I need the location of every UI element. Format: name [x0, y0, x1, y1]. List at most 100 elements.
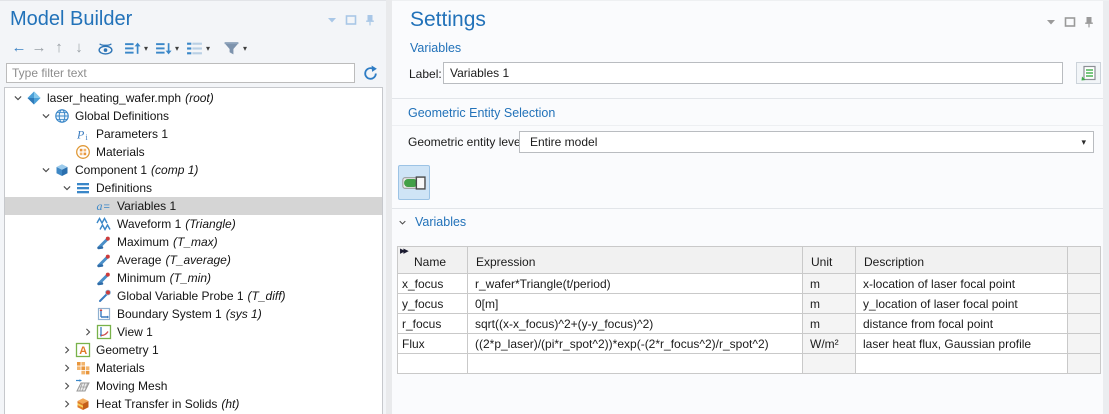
chevron-right-icon[interactable]	[80, 324, 96, 340]
tree-label: Materials	[96, 145, 145, 159]
chevron-right-icon[interactable]	[59, 396, 75, 412]
geometric-entity-selection-header: Geometric Entity Selection	[408, 106, 555, 120]
cell-name[interactable]: x_focus	[398, 274, 468, 294]
tree-tag: (Triangle)	[185, 217, 235, 231]
funnel-icon	[223, 40, 240, 57]
tree-item-component-1[interactable]: Component 1 (comp 1)	[5, 161, 382, 179]
cell-description[interactable]: y_location of laser focal point	[856, 294, 1068, 314]
column-header-name[interactable]: ▶▶ Name	[398, 247, 468, 274]
variables-section-header[interactable]: Variables	[398, 215, 466, 229]
node-text-caret[interactable]: ▾	[205, 44, 211, 53]
eye-icon	[97, 40, 114, 57]
expand-caret[interactable]: ▾	[143, 44, 149, 53]
chevron-right-icon[interactable]	[59, 342, 75, 358]
tree-item-materials-global[interactable]: Materials	[5, 143, 382, 161]
tree-item-materials-component[interactable]: Materials	[5, 359, 382, 377]
materials-icon	[75, 144, 91, 160]
cell-name[interactable]: y_focus	[398, 294, 468, 314]
tree-item-root[interactable]: laser_heating_wafer.mph (root)	[5, 89, 382, 107]
model-builder-title: Model Builder	[10, 8, 132, 31]
cell-expression[interactable]: ((2*p_laser)/(pi*r_spot^2))*exp(-(2*r_fo…	[468, 334, 803, 354]
panel-menu-arrow-icon[interactable]	[1045, 16, 1057, 28]
tree-item-waveform-1[interactable]: Waveform 1 (Triangle)	[5, 215, 382, 233]
float-window-icon[interactable]	[1064, 16, 1076, 28]
panel-menu-arrow-icon[interactable]	[326, 14, 338, 26]
tree-item-definitions[interactable]: Definitions	[5, 179, 382, 197]
chevron-down-icon[interactable]	[398, 215, 412, 229]
tree-label: Geometry 1	[96, 343, 159, 357]
tree-item-geometry-1[interactable]: Geometry 1	[5, 341, 382, 359]
tree-label: Boundary System 1	[117, 307, 222, 321]
filter-input[interactable]	[6, 63, 355, 83]
cell-name[interactable]: Flux	[398, 334, 468, 354]
tree-item-moving-mesh[interactable]: Moving Mesh	[5, 377, 382, 395]
filter-button[interactable]	[221, 38, 242, 58]
chevron-right-icon[interactable]	[59, 378, 75, 394]
chevron-down-icon: ▾	[1081, 137, 1093, 148]
label-edit-button[interactable]	[1076, 62, 1101, 84]
column-header-expression[interactable]: Expression	[468, 247, 803, 274]
filter-caret[interactable]: ▾	[242, 44, 248, 53]
cell-expression[interactable]: 0[m]	[468, 294, 803, 314]
geometric-entity-level-select[interactable]: Entire model ▾	[519, 131, 1094, 153]
cell-description[interactable]: distance from focal point	[856, 314, 1068, 334]
column-header-unit[interactable]: Unit	[803, 247, 856, 274]
tree-item-view-1[interactable]: View 1	[5, 323, 382, 341]
variables-icon	[96, 198, 112, 214]
geometric-entity-level-label: Geometric entity level:	[408, 135, 527, 149]
cell-name[interactable]	[398, 354, 468, 374]
show-button[interactable]	[95, 38, 116, 58]
move-up-button[interactable]: ↑	[49, 38, 69, 58]
float-window-icon[interactable]	[345, 14, 357, 26]
tree-item-global-variable-probe-1[interactable]: Global Variable Probe 1 (T_diff)	[5, 287, 382, 305]
cell-description[interactable]	[856, 354, 1068, 374]
model-root-icon	[26, 90, 42, 106]
global-probe-icon	[96, 288, 112, 304]
forward-arrow-button[interactable]: →	[29, 38, 49, 58]
chevron-spacer	[59, 126, 75, 142]
parameters-icon	[75, 126, 91, 142]
tree-item-variables-1[interactable]: Variables 1	[5, 197, 382, 215]
chevron-down-icon[interactable]	[10, 90, 26, 106]
chevron-down-icon[interactable]	[38, 162, 54, 178]
pin-icon[interactable]	[1083, 16, 1095, 28]
section-rule	[392, 125, 1103, 126]
tree-item-average[interactable]: Average (T_average)	[5, 251, 382, 269]
goto-row-icon[interactable]: ▶▶	[400, 247, 407, 255]
label-input[interactable]	[443, 62, 1063, 84]
tree-tag: (T_max)	[173, 235, 218, 249]
tree-label: Minimum	[117, 271, 166, 285]
back-arrow-button[interactable]: ←	[9, 38, 29, 58]
refresh-button[interactable]	[358, 62, 382, 84]
global-definitions-icon	[54, 108, 70, 124]
cell-description[interactable]: laser heat flux, Gaussian profile	[856, 334, 1068, 354]
move-down-button[interactable]: ↓	[69, 38, 89, 58]
tree-item-parameters-1[interactable]: Parameters 1	[5, 125, 382, 143]
cell-description[interactable]: x-location of laser focal point	[856, 274, 1068, 294]
tree-item-maximum[interactable]: Maximum (T_max)	[5, 233, 382, 251]
chevron-down-icon[interactable]	[59, 180, 75, 196]
column-header-description[interactable]: Description	[856, 247, 1068, 274]
cell-expression[interactable]	[468, 354, 803, 374]
table-header-row: ▶▶ Name Expression Unit Description	[398, 247, 1101, 274]
chevron-right-icon[interactable]	[59, 360, 75, 376]
tree-item-global-definitions[interactable]: Global Definitions	[5, 107, 382, 125]
expand-button[interactable]	[122, 38, 143, 58]
collapse-caret[interactable]: ▾	[174, 44, 180, 53]
tree-item-minimum[interactable]: Minimum (T_min)	[5, 269, 382, 287]
cell-name[interactable]: r_focus	[398, 314, 468, 334]
chevron-down-icon[interactable]	[38, 108, 54, 124]
cell-expression[interactable]: r_wafer*Triangle(t/period)	[468, 274, 803, 294]
toggle-on-icon	[402, 176, 426, 190]
settings-subtitle: Variables	[410, 41, 461, 55]
node-text-button[interactable]	[184, 38, 205, 58]
tree-item-boundary-system-1[interactable]: Boundary System 1 (sys 1)	[5, 305, 382, 323]
pin-icon[interactable]	[364, 14, 376, 26]
cell-expression[interactable]: sqrt((x-x_focus)^2+(y-y_focus)^2)	[468, 314, 803, 334]
definitions-icon	[75, 180, 91, 196]
tree-item-heat-transfer-in-solids[interactable]: Heat Transfer in Solids (ht)	[5, 395, 382, 413]
collapse-button[interactable]	[153, 38, 174, 58]
column-header-extra	[1068, 247, 1101, 274]
active-selection-toggle-button[interactable]	[398, 165, 430, 200]
tree-label: Global Variable Probe 1	[117, 289, 244, 303]
